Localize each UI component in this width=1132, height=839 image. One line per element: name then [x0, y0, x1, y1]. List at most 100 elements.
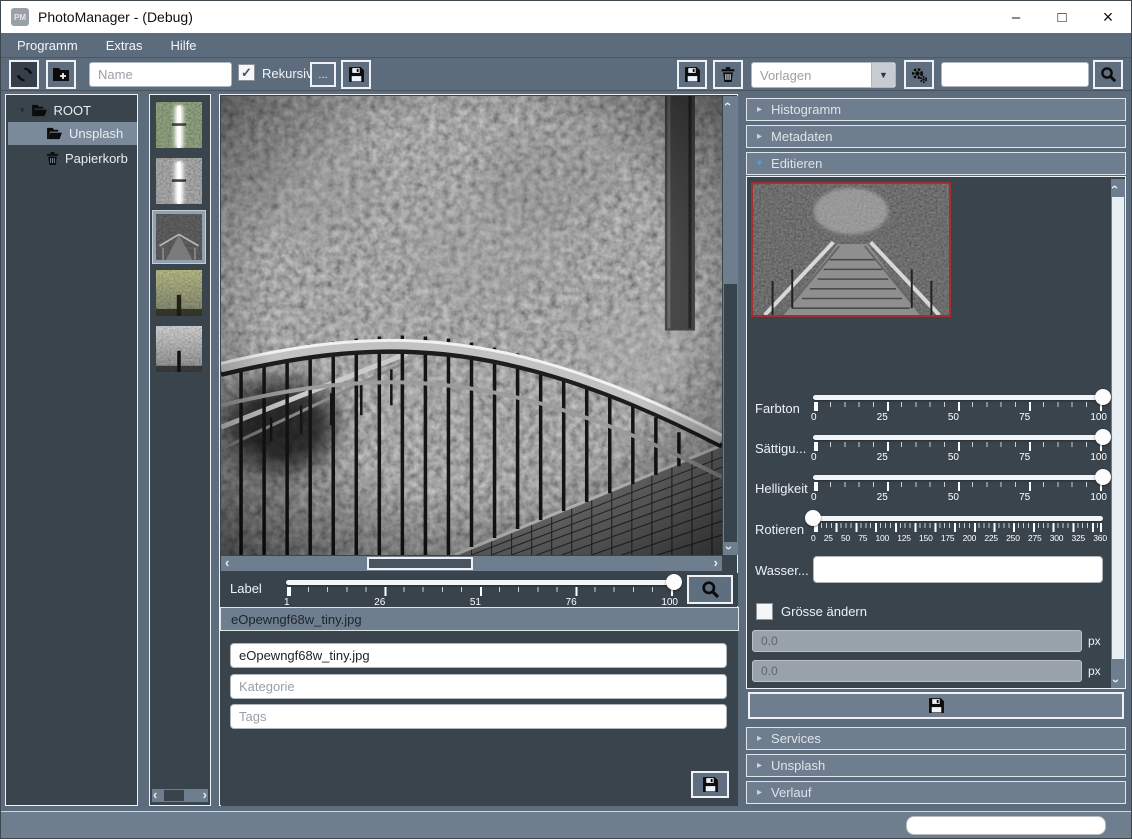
slider-thumb[interactable] — [805, 510, 821, 526]
rekursiv-checkbox[interactable]: ✓ — [238, 64, 255, 81]
menu-hilfe[interactable]: Hilfe — [171, 38, 197, 53]
close-button[interactable]: × — [1085, 1, 1131, 33]
tree-item-label: Papierkorb — [65, 151, 128, 166]
tick-label: 275 — [1027, 533, 1042, 543]
farbton-slider[interactable]: 0 25 50 75 100 — [811, 389, 1111, 425]
slider-thumb[interactable] — [1095, 429, 1111, 445]
slider-track[interactable] — [813, 395, 1103, 400]
menu-programm[interactable]: Programm — [17, 38, 78, 53]
label-slider[interactable]: 1 26 51 76 100 — [284, 574, 682, 608]
search-input[interactable] — [941, 62, 1089, 87]
browse-button[interactable]: ... — [310, 62, 336, 87]
save-edits-button[interactable] — [748, 692, 1124, 719]
slider-thumb[interactable] — [1095, 469, 1111, 485]
wasserzeichen-input[interactable] — [813, 556, 1103, 583]
scrollbar-thumb[interactable] — [164, 790, 184, 801]
maximize-button[interactable]: □ — [1039, 1, 1085, 33]
tick-label: 75 — [858, 533, 868, 543]
slider-track[interactable] — [813, 516, 1103, 521]
chevron-right-icon[interactable]: › — [203, 788, 207, 801]
chevron-right-icon[interactable]: › — [714, 556, 718, 569]
thumbnail-scrollbar[interactable]: ‹ › — [152, 788, 208, 802]
height-input[interactable]: 0.0 — [752, 660, 1082, 682]
section-unsplash[interactable]: ▸ Unsplash — [746, 754, 1126, 777]
groesse-aendern-checkbox[interactable] — [756, 603, 773, 620]
tick-label: 100 — [1090, 412, 1107, 423]
slider-track[interactable] — [286, 580, 674, 585]
section-editieren[interactable]: ▾ Editieren — [746, 152, 1126, 175]
rotieren-slider[interactable]: 0 25 50 75 100 125 150 175 200 225 250 275 300 325 360 — [805, 510, 1107, 546]
scrollbar-thumb[interactable] — [724, 284, 737, 542]
tree-item-root[interactable]: ▾ ROOT — [8, 100, 137, 121]
helligkeit-slider[interactable]: 0 25 50 75 100 — [811, 469, 1111, 505]
tree-item-unsplash[interactable]: Unsplash — [8, 122, 137, 145]
saettigung-slider[interactable]: 0 25 50 75 100 — [811, 429, 1111, 465]
tick-label: 325 — [1071, 533, 1086, 543]
add-folder-button[interactable] — [46, 60, 76, 89]
chevron-down-icon[interactable]: ▼ — [871, 63, 895, 87]
chevron-up-icon[interactable]: ‹ — [721, 102, 736, 106]
tick-label: 50 — [840, 533, 851, 543]
save-metadata-button[interactable] — [691, 771, 729, 798]
width-input[interactable]: 0.0 — [752, 630, 1082, 652]
chevron-left-icon[interactable]: ‹ — [225, 556, 229, 569]
menu-extras[interactable]: Extras — [106, 38, 143, 53]
editieren-scrollbar[interactable]: ‹ ‹ — [1107, 179, 1125, 688]
slider-ticks — [287, 587, 673, 596]
tree-item-label: Unsplash — [69, 126, 124, 141]
thumbnail-waterfall-bw[interactable] — [156, 158, 202, 204]
filename-text: eOpewngf68w_tiny.jpg — [231, 611, 362, 627]
save-template-button[interactable] — [677, 60, 707, 89]
expander-icon[interactable]: ▾ — [20, 105, 25, 116]
thumbnail-tree-color[interactable] — [156, 270, 202, 316]
section-label: Services — [771, 731, 821, 746]
section-label: Histogramm — [771, 102, 842, 117]
vorlagen-dropdown[interactable]: Vorlagen ▼ — [751, 62, 896, 88]
scrollbar-thumb[interactable] — [1112, 197, 1124, 659]
main-image[interactable] — [221, 96, 722, 555]
chevron-down-icon[interactable]: ‹ — [720, 546, 735, 550]
refresh-button[interactable] — [9, 60, 39, 89]
height-value: 0.0 — [761, 664, 778, 678]
edit-preview-image[interactable] — [751, 182, 951, 317]
thumbnail-tree-bw[interactable] — [156, 326, 202, 372]
image-vscrollbar[interactable]: ‹ ‹ — [720, 96, 738, 555]
delete-template-button[interactable] — [713, 60, 743, 89]
save-search-button[interactable] — [341, 60, 371, 89]
section-verlauf[interactable]: ▸ Verlauf — [746, 781, 1126, 804]
tick-label: 250 — [1006, 533, 1020, 543]
scrollbar-thumb[interactable] — [367, 557, 473, 570]
section-label: Verlauf — [771, 785, 812, 800]
image-hscrollbar[interactable]: ‹ › — [221, 556, 722, 571]
tree-item-papierkorb[interactable]: Papierkorb — [8, 148, 137, 169]
save-icon — [684, 67, 700, 82]
slider-thumb[interactable] — [666, 574, 682, 590]
filename-input[interactable] — [230, 643, 727, 668]
tick-label: 360 — [1093, 533, 1107, 543]
thumbnail-waterfall-color[interactable] — [156, 102, 202, 148]
minimize-button[interactable]: – — [993, 1, 1039, 33]
tags-input[interactable] — [230, 704, 727, 729]
slider-thumb[interactable] — [1095, 389, 1111, 405]
section-services[interactable]: ▸ Services — [746, 727, 1126, 750]
kategorie-input[interactable] — [230, 674, 727, 699]
chevron-left-icon[interactable]: ‹ — [153, 788, 157, 801]
thumbnail-bridge-bw[interactable] — [156, 214, 202, 260]
width-px-label: px — [1088, 634, 1101, 648]
slider-track[interactable] — [813, 435, 1103, 440]
helligkeit-label: Helligkeit — [755, 481, 808, 496]
section-metadaten[interactable]: ▸ Metadaten — [746, 125, 1126, 148]
slider-track[interactable] — [813, 475, 1103, 480]
status-input[interactable] — [906, 816, 1106, 835]
ellipsis-label: ... — [318, 68, 328, 81]
search-button[interactable] — [1093, 60, 1123, 89]
zoom-button[interactable] — [687, 575, 733, 604]
chevron-up-icon[interactable]: ‹ — [1108, 185, 1123, 189]
name-input[interactable] — [89, 62, 232, 87]
section-histogramm[interactable]: ▸ Histogramm — [746, 98, 1126, 121]
settings-button[interactable] — [904, 60, 934, 89]
gears-icon — [912, 67, 928, 83]
tick-label: 25 — [876, 412, 888, 423]
chevron-down-icon[interactable]: ‹ — [1107, 679, 1122, 683]
window-title: PhotoManager - (Debug) — [38, 9, 193, 25]
